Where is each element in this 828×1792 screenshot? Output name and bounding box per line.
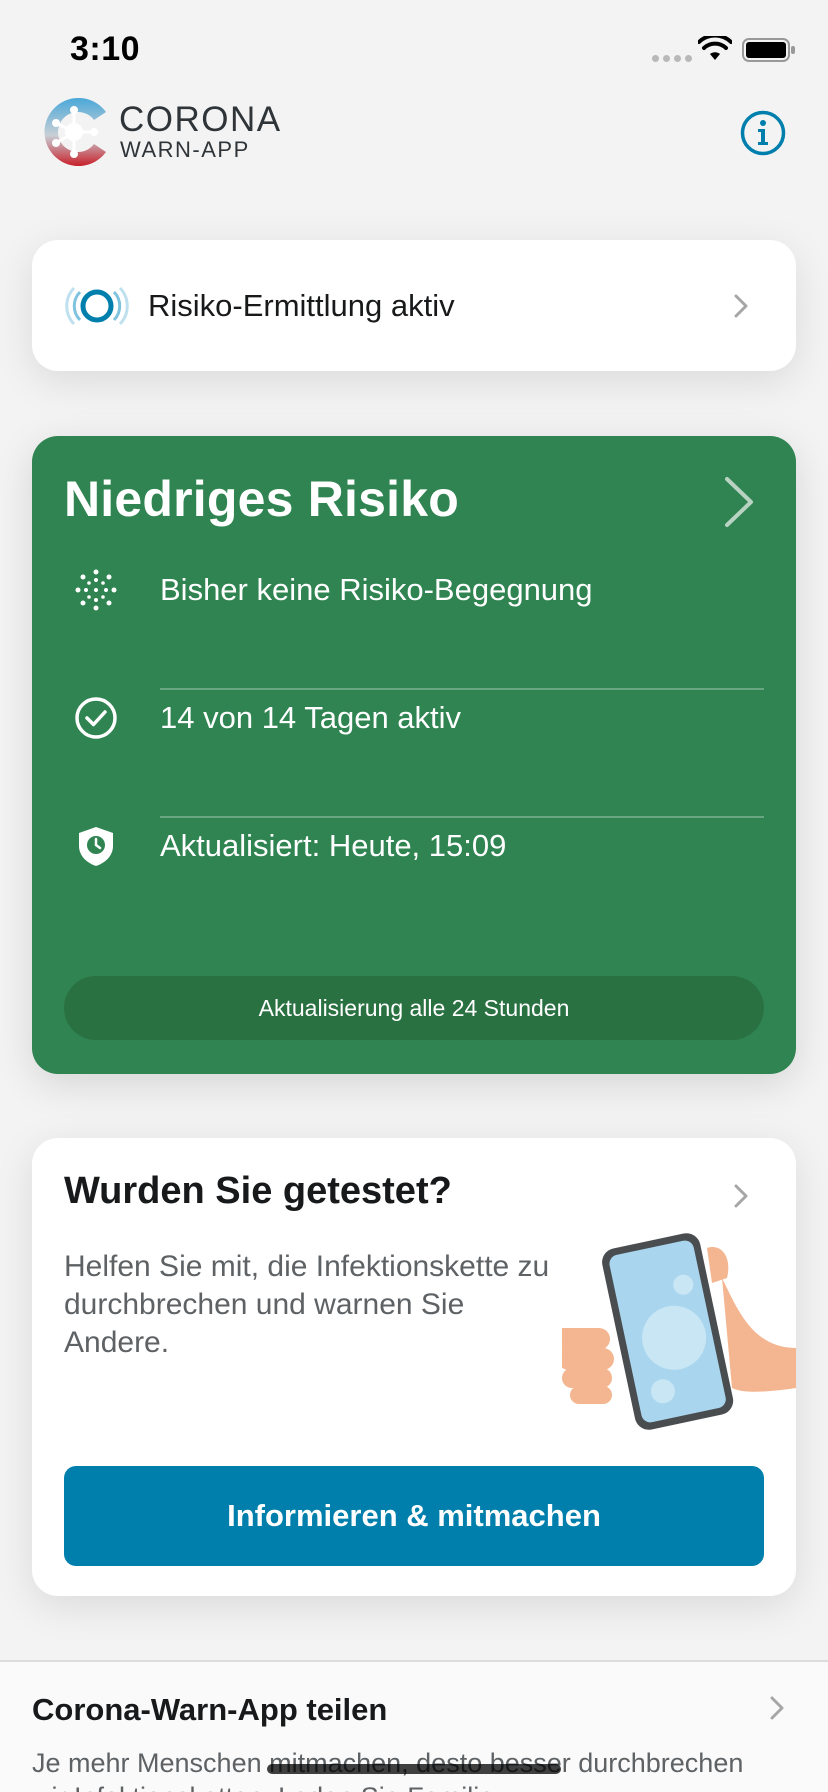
checkmark-circle-icon bbox=[75, 697, 117, 739]
home-indicator[interactable] bbox=[267, 1764, 561, 1774]
hand-holding-phone-illustration bbox=[562, 1233, 796, 1430]
inform-participate-button[interactable]: Informieren & mitmachen bbox=[64, 1466, 764, 1566]
risk-row-active-days: 14 von 14 Tagen aktiv bbox=[32, 654, 796, 782]
chevron-right-icon bbox=[770, 1696, 784, 1720]
update-interval-badge: Aktualisierung alle 24 Stunden bbox=[64, 976, 764, 1040]
shield-clock-icon bbox=[79, 827, 113, 866]
risk-level-title: Niedriges Risiko bbox=[64, 471, 459, 527]
risk-row-text: Bisher keine Risiko-Begegnung bbox=[160, 572, 593, 607]
status-time: 3:10 bbox=[70, 30, 141, 68]
cellular-signal-icon bbox=[652, 55, 692, 62]
logo-title: CORONA bbox=[119, 100, 282, 139]
wifi-icon bbox=[698, 36, 732, 60]
share-title: Corona-Warn-App teilen bbox=[32, 1692, 388, 1727]
test-card-title: Wurden Sie getestet? bbox=[64, 1170, 452, 1212]
corona-warn-app-logo bbox=[44, 98, 106, 166]
chevron-right-icon bbox=[734, 1184, 748, 1208]
info-icon[interactable] bbox=[740, 110, 786, 156]
risk-row-updated: Aktualisiert: Heute, 15:09 bbox=[32, 782, 796, 910]
tracing-active-icon bbox=[65, 286, 129, 326]
chevron-right-icon bbox=[725, 477, 753, 527]
risk-status-card[interactable]: Niedriges Risiko Bisher keine Risiko-Beg… bbox=[32, 436, 796, 1074]
home-screen: 3:10 CORONA WARN-APP Risiko-Ermittlung a… bbox=[0, 0, 828, 1792]
risk-row-text: 14 von 14 Tagen aktiv bbox=[160, 700, 462, 735]
logo-subtitle: WARN-APP bbox=[120, 137, 250, 162]
chevron-right-icon bbox=[734, 294, 748, 318]
status-bar: 3:10 bbox=[0, 0, 828, 100]
test-submission-card[interactable]: Wurden Sie getestet? Helfen Sie mit, die… bbox=[32, 1138, 796, 1596]
virus-dots-icon bbox=[75, 569, 117, 611]
battery-icon bbox=[742, 38, 795, 62]
risk-tracing-card[interactable]: Risiko-Ermittlung aktiv bbox=[32, 240, 796, 371]
test-card-body: Helfen Sie mit, die Infektionskette zu d… bbox=[64, 1250, 550, 1359]
risk-row-text: Aktualisiert: Heute, 15:09 bbox=[160, 828, 507, 863]
risk-row-encounters: Bisher keine Risiko-Begegnung bbox=[32, 526, 796, 654]
tracing-status-label: Risiko-Ermittlung aktiv bbox=[148, 288, 455, 323]
